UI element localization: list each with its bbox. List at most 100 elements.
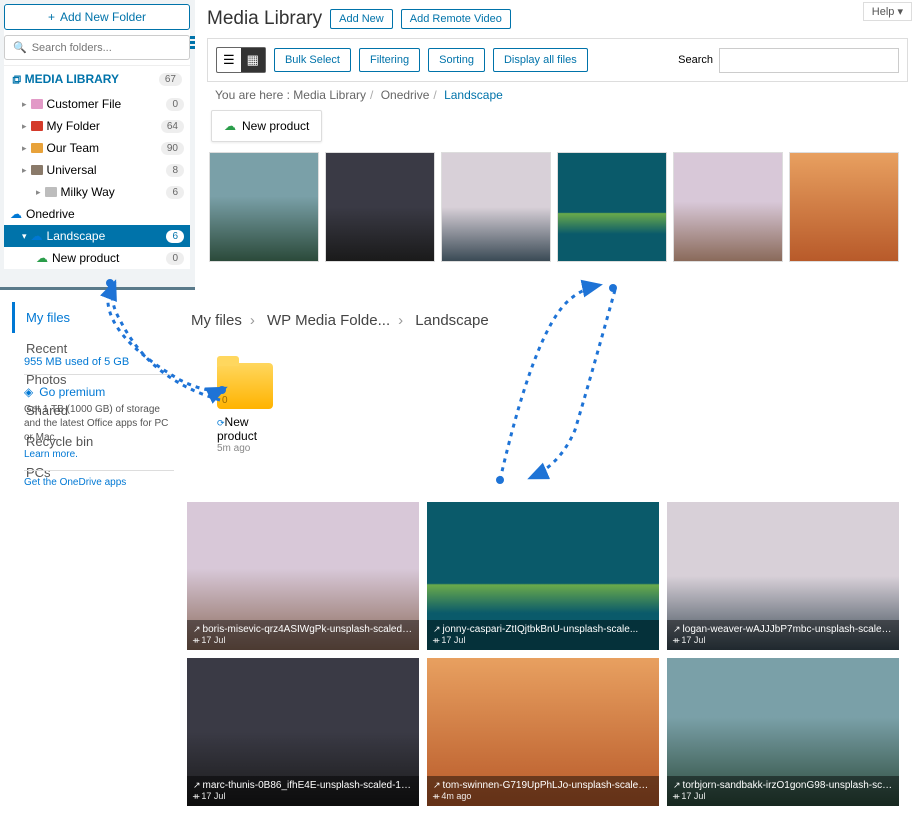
onedrive-file-card[interactable]: ↗tom-swinnen-G719UpPhLJo-unsplash-scaled… [427,658,659,806]
media-thumb[interactable] [441,152,551,262]
file-name: ↗boris-misevic-qrz4ASIWgPk-unsplash-scal… [193,624,413,635]
wp-media-panel: + Add New Folder 🔍 ⧉MEDIA LIBRARY 67 ▸ Cu… [0,0,920,290]
add-remote-video-button[interactable]: Add Remote Video [401,9,511,29]
file-name: ↗marc-thunis-0B86_ifhE4E-unsplash-scaled… [193,780,413,791]
breadcrumb-item[interactable]: My files [191,312,242,329]
search-icon: 🔍 [13,41,27,54]
media-thumb[interactable] [325,152,435,262]
newprod-count: 0 [166,252,184,265]
share-icon: ↗ [673,624,681,634]
wp-main: Help ▾ Media Library Add New Add Remote … [195,0,920,290]
tree-count: 0 [166,98,184,111]
onedrive-folder-new-product[interactable]: 0 ⟳New product 5m ago [217,363,287,454]
media-thumb[interactable] [673,152,783,262]
sidebar-item-landscape[interactable]: ▾☁Landscape 6 [4,225,190,247]
sidebar-item[interactable]: ▸Universal8 [4,159,190,181]
media-library-root[interactable]: ⧉MEDIA LIBRARY 67 [4,65,190,93]
sidebar-item[interactable]: ▸ Our Team 90 [4,137,190,159]
help-button[interactable]: Help ▾ [863,2,912,21]
breadcrumb-item[interactable]: Onedrive [381,88,430,102]
get-apps-link[interactable]: Get the OneDrive apps [24,470,174,488]
breadcrumb-current: Landscape [444,88,503,102]
infinity-icon: ⧉ [9,75,24,84]
premium-desc: Get 1 TB (1000 GB) of storage and the la… [24,403,174,445]
media-thumb[interactable] [209,152,319,262]
media-thumb[interactable] [557,152,667,262]
media-search-input[interactable] [719,48,899,73]
folder-icon [31,121,43,131]
file-name: ↗jonny-caspari-ZtIQjtbkBnU-unsplash-scal… [433,624,653,635]
sidebar-item[interactable]: ▸Milky Way6 [4,181,190,203]
storage-usage[interactable]: 955 MB used of 5 GB [24,356,174,375]
tree-label: Universal [47,163,97,177]
file-date: ᚑ17 Jul [193,791,413,802]
caret-icon: ▸ [22,121,27,132]
ml-count: 67 [159,73,182,86]
onedrive-file-card[interactable]: ↗torbjorn-sandbakk-irzO1gonG98-unsplash-… [667,658,899,806]
onedrive-file-card[interactable]: ↗boris-misevic-qrz4ASIWgPk-unsplash-scal… [187,502,419,650]
wp-sidebar: + Add New Folder 🔍 ⧉MEDIA LIBRARY 67 ▸ Cu… [4,4,190,269]
list-view-icon[interactable]: ☰ [217,48,241,72]
add-new-button[interactable]: Add New [330,9,393,29]
onedrive-panel: My filesRecentPhotosSharedRecycle binPCs… [12,298,910,808]
folder-chip-new-product[interactable]: ☁ New product [211,110,322,142]
onedrive-label: Onedrive [26,207,75,221]
toolbar: ☰ ▦ Bulk Select Filtering Sorting Displa… [207,38,908,82]
share-icon: ↗ [193,780,201,790]
share-icon: ↗ [433,624,441,634]
bulk-select-button[interactable]: Bulk Select [274,48,351,72]
file-date: ᚑ4m ago [433,791,653,802]
tree-count: 90 [161,142,184,155]
ml-label: MEDIA LIBRARY [25,72,119,86]
caret-icon: ▾ [22,231,27,242]
landscape-label: Landscape [47,229,106,243]
sidebar-item[interactable]: ▸ Customer File 0 [4,93,190,115]
media-thumb[interactable] [789,152,899,262]
folder-icon [31,165,43,175]
sidebar-item[interactable]: ▸My Folder64 [4,115,190,137]
folder-search-input[interactable] [32,42,181,54]
newprod-label: New product [52,251,119,265]
people-icon: ᚑ [673,635,679,645]
breadcrumb-item[interactable]: WP Media Folde... [267,312,390,329]
caret-icon: ▸ [22,143,27,154]
page-title: Media Library [207,8,322,30]
share-icon: ↗ [193,624,201,634]
onedrive-file-grid: ↗boris-misevic-qrz4ASIWgPk-unsplash-scal… [187,502,907,806]
people-icon: ᚑ [673,791,679,801]
grid-view-icon[interactable]: ▦ [241,48,265,72]
people-icon: ᚑ [193,791,199,801]
tree-label: Our Team [47,141,99,155]
display-all-button[interactable]: Display all files [493,48,588,72]
caret-icon: ▸ [36,187,41,198]
onedrive-file-card[interactable]: ↗jonny-caspari-ZtIQjtbkBnU-unsplash-scal… [427,502,659,650]
filtering-button[interactable]: Filtering [359,48,420,72]
tree-count: 8 [166,164,184,177]
breadcrumb-item[interactable]: Media Library [293,88,366,102]
sidebar-item-new-product[interactable]: ☁New product 0 [4,247,190,269]
onedrive-file-card[interactable]: ↗marc-thunis-0B86_ifhE4E-unsplash-scaled… [187,658,419,806]
view-toggle[interactable]: ☰ ▦ [216,47,266,73]
sync-icon: ⟳ [217,418,225,428]
landscape-count: 6 [166,230,184,243]
tree-label: Milky Way [61,185,115,199]
sorting-button[interactable]: Sorting [428,48,485,72]
file-name: ↗logan-weaver-wAJJJbP7mbc-unsplash-scale… [673,624,893,635]
breadcrumb: You are here : Media Library/ Onedrive/ … [207,88,908,110]
onedrive-nav-item[interactable]: My files [12,302,174,333]
onedrive-file-card[interactable]: ↗logan-weaver-wAJJJbP7mbc-unsplash-scale… [667,502,899,650]
diamond-icon: ◈ [24,385,33,399]
go-premium-link[interactable]: ◈ Go premium [24,385,174,399]
search-label: Search [678,54,713,66]
sidebar-item-onedrive[interactable]: ☁Onedrive [4,203,190,225]
folder-search[interactable]: 🔍 [4,35,190,60]
folder-icon [31,143,43,153]
tree-label: Customer File [47,97,122,111]
learn-more-link[interactable]: Learn more. [24,449,174,460]
onedrive-sidebar-bottom: 955 MB used of 5 GB ◈ Go premium Get 1 T… [24,356,174,488]
add-folder-button[interactable]: + Add New Folder [4,4,190,30]
people-icon: ᚑ [433,791,439,801]
caret-icon: ▸ [22,99,27,110]
folder-icon [31,99,43,109]
file-date: ᚑ17 Jul [673,791,893,802]
